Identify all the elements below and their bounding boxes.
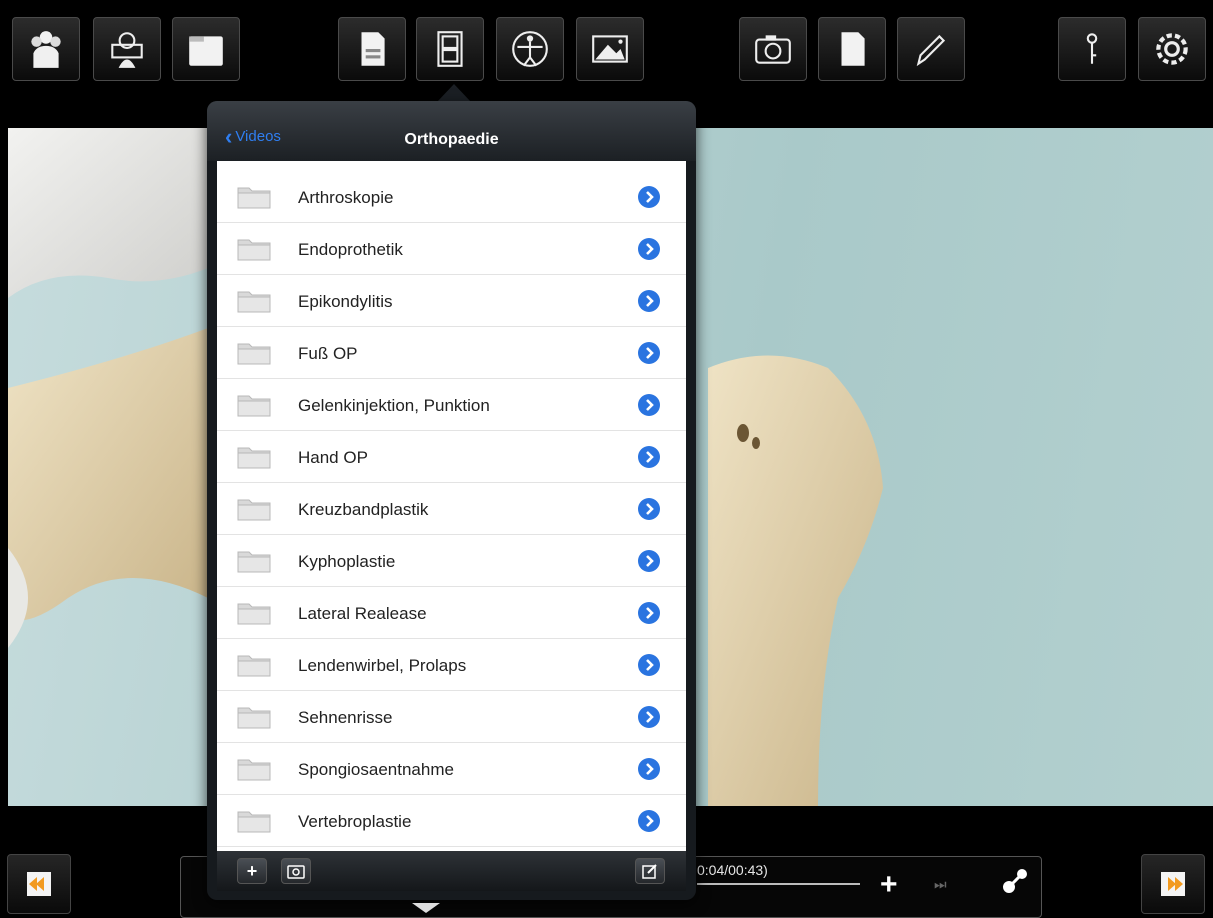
videos-popover: ‹ Videos Orthopaedie Arthroskopie Endopro… bbox=[207, 101, 696, 900]
list-item-label: Fuß OP bbox=[298, 344, 358, 363]
list-item[interactable]: Lateral Realease bbox=[217, 587, 686, 639]
list-item[interactable]: Spongiosaentnahme bbox=[217, 743, 686, 795]
anatomy-view-icon bbox=[111, 32, 143, 68]
rewind-icon bbox=[27, 872, 51, 896]
film-icon bbox=[437, 31, 463, 67]
folder-icon bbox=[237, 187, 271, 209]
vitruvian-man-icon bbox=[512, 31, 548, 67]
settings-icon bbox=[1156, 33, 1188, 65]
popover-bottom-indicator bbox=[412, 903, 440, 913]
folder-icon bbox=[237, 343, 271, 365]
folder-button[interactable] bbox=[172, 17, 240, 81]
people-button[interactable] bbox=[12, 17, 80, 81]
image-button[interactable] bbox=[576, 17, 644, 81]
list-item-label: Arthroskopie bbox=[298, 188, 394, 207]
folder-icon bbox=[237, 603, 271, 625]
settings-button[interactable] bbox=[1138, 17, 1206, 81]
popover-arrow bbox=[437, 84, 471, 102]
film-button[interactable] bbox=[416, 17, 484, 81]
list-item-label: Vertebroplastie bbox=[298, 812, 412, 831]
list-item-label: Lendenwirbel, Prolaps bbox=[298, 656, 467, 675]
list-item[interactable]: Vertebroplastie bbox=[217, 795, 686, 847]
disclosure-arrow-icon[interactable] bbox=[637, 445, 661, 469]
disclosure-arrow-icon[interactable] bbox=[637, 653, 661, 677]
folder-icon bbox=[189, 36, 223, 66]
folder-icon bbox=[237, 811, 271, 833]
fast-forward-icon bbox=[1161, 872, 1185, 896]
playback-time: 0:04/00:43) bbox=[697, 862, 768, 878]
list-item-label: Gelenkinjektion, Punktion bbox=[298, 396, 490, 415]
list-item[interactable]: Kreuzbandplastik bbox=[217, 483, 686, 535]
disclosure-arrow-icon[interactable] bbox=[637, 237, 661, 261]
connect-icon bbox=[1003, 869, 1027, 893]
disclosure-arrow-icon[interactable] bbox=[637, 185, 661, 209]
folder-camera-icon bbox=[287, 865, 305, 879]
list-item[interactable]: Endoprothetik bbox=[217, 223, 686, 275]
edit-button[interactable] bbox=[635, 858, 665, 884]
folder-icon bbox=[237, 395, 271, 417]
connect-button[interactable] bbox=[1000, 866, 1030, 901]
pin-button[interactable] bbox=[1058, 17, 1126, 81]
add-folder-button[interactable] bbox=[281, 858, 311, 884]
image-icon bbox=[592, 35, 628, 63]
document-save-icon bbox=[361, 32, 385, 66]
camera-icon bbox=[755, 35, 791, 64]
blank-page-icon bbox=[841, 32, 865, 66]
skip-forward-icon[interactable]: ⏭ bbox=[934, 876, 947, 893]
list-item[interactable]: Hand OP bbox=[217, 431, 686, 483]
pencil-button[interactable] bbox=[897, 17, 965, 81]
popover-header: ‹ Videos Orthopaedie bbox=[207, 101, 696, 161]
list-item[interactable]: Gelenkinjektion, Punktion bbox=[217, 379, 686, 431]
folder-icon bbox=[237, 239, 271, 261]
camera-button[interactable] bbox=[739, 17, 807, 81]
disclosure-arrow-icon[interactable] bbox=[637, 549, 661, 573]
disclosure-arrow-icon[interactable] bbox=[637, 341, 661, 365]
list-item[interactable]: Epikondylitis bbox=[217, 275, 686, 327]
pencil-icon bbox=[916, 34, 946, 67]
document-save-button[interactable] bbox=[338, 17, 406, 81]
previous-button[interactable] bbox=[7, 854, 71, 914]
disclosure-arrow-icon[interactable] bbox=[637, 705, 661, 729]
list-item[interactable]: Arthroskopie bbox=[217, 171, 686, 223]
anatomy-view-button[interactable] bbox=[93, 17, 161, 81]
blank-page-button[interactable] bbox=[818, 17, 886, 81]
disclosure-arrow-icon[interactable] bbox=[637, 289, 661, 313]
popover-title: Orthopaedie bbox=[404, 131, 499, 148]
folder-icon bbox=[237, 655, 271, 677]
next-button[interactable] bbox=[1141, 854, 1205, 914]
folder-icon bbox=[237, 499, 271, 521]
popover-footer: + bbox=[217, 851, 686, 891]
folder-list: Arthroskopie Endoprothetik Epikondylitis Fu… bbox=[217, 161, 686, 851]
list-item-label: Kreuzbandplastik bbox=[298, 500, 429, 519]
list-item-label: Spongiosaentnahme bbox=[298, 760, 454, 779]
progress-bar[interactable] bbox=[697, 883, 860, 885]
list-item-label: Epikondylitis bbox=[298, 292, 393, 311]
list-item-label: Endoprothetik bbox=[298, 240, 403, 259]
list-item-label: Kyphoplastie bbox=[298, 552, 396, 571]
list-item[interactable]: Lendenwirbel, Prolaps bbox=[217, 639, 686, 691]
list-item[interactable]: Kyphoplastie bbox=[217, 535, 686, 587]
pin-icon bbox=[1086, 33, 1098, 64]
disclosure-arrow-icon[interactable] bbox=[637, 601, 661, 625]
zoom-plus-button[interactable]: + bbox=[880, 868, 898, 902]
folder-icon bbox=[237, 707, 271, 729]
folder-icon bbox=[237, 759, 271, 781]
folder-icon bbox=[237, 291, 271, 313]
disclosure-arrow-icon[interactable] bbox=[637, 497, 661, 521]
folder-icon bbox=[237, 447, 271, 469]
folder-icon bbox=[237, 551, 271, 573]
list-item-label: Hand OP bbox=[298, 448, 368, 467]
vitruvian-button[interactable] bbox=[496, 17, 564, 81]
list-item[interactable]: Sehnenrisse bbox=[217, 691, 686, 743]
add-button[interactable]: + bbox=[237, 858, 267, 884]
disclosure-arrow-icon[interactable] bbox=[637, 809, 661, 833]
list-item-label: Sehnenrisse bbox=[298, 708, 393, 727]
compose-icon bbox=[642, 864, 657, 879]
disclosure-arrow-icon[interactable] bbox=[637, 757, 661, 781]
list-item[interactable]: Fuß OP bbox=[217, 327, 686, 379]
people-icon bbox=[31, 31, 61, 68]
list-item-label: Lateral Realease bbox=[298, 604, 427, 623]
disclosure-arrow-icon[interactable] bbox=[637, 393, 661, 417]
